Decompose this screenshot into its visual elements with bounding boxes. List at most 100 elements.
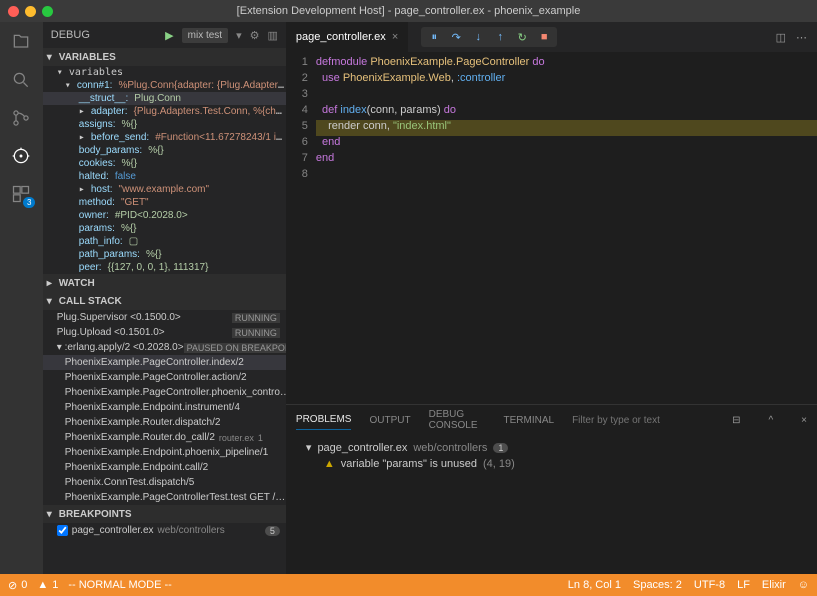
variable-row[interactable]: owner: #PID<0.2028.0> [43,209,286,222]
debug-sidebar: DEBUG ▶ mix test ▾ ⚙ ▥ ▾VARIABLES ▾ vari… [43,22,286,574]
start-debug-icon[interactable]: ▶ [165,29,173,42]
scm-icon[interactable] [9,106,33,130]
code-editor[interactable]: 12345678 defmodule PhoenixExample.PageCo… [286,52,817,404]
stack-frame[interactable]: Phoenix.ConnTest.dispatch/5 [43,475,286,490]
variables-scope[interactable]: ▾ variables [43,66,286,79]
tab-bar: page_controller.ex × ⏸ ↷ ↓ ↑ ↻ ■ ◫ ⋯ [286,22,817,52]
step-over-icon[interactable]: ↷ [449,30,463,44]
window-title: [Extension Development Host] - page_cont… [237,5,581,17]
tab-problems[interactable]: PROBLEMS [296,410,352,430]
breakpoint-row[interactable]: page_controller.ex web/controllers5 [43,523,286,538]
stack-frame[interactable]: PhoenixExample.PageController.phoenix_co… [43,385,286,400]
breakpoint-checkbox[interactable] [57,525,68,536]
stack-frame[interactable]: PhoenixExample.PageController.action/2 [43,370,286,385]
window-controls [8,6,53,17]
close-tab-icon[interactable]: × [392,31,398,43]
more-actions-icon[interactable]: ⋯ [796,31,807,44]
editor-tab[interactable]: page_controller.ex × [286,22,409,52]
variable-row[interactable]: ▸ adapter: {Plug.Adapters.Test.Conn, %{c… [43,105,286,118]
variable-row[interactable]: __struct__: Plug.Conn [43,92,286,105]
line-gutter: 12345678 [286,52,316,404]
split-editor-icon[interactable]: ◫ [776,31,786,44]
problem-file: page_controller.ex [317,442,407,454]
tab-terminal[interactable]: TERMINAL [504,411,555,430]
continue-icon[interactable]: ⏸ [427,30,441,44]
tab-label: page_controller.ex [296,31,386,43]
feedback-icon[interactable]: ☺ [798,579,809,591]
problem-location: (4, 19) [483,458,515,470]
debug-config-select[interactable]: mix test [182,28,228,43]
extensions-icon[interactable]: 3 [9,182,33,206]
status-encoding[interactable]: UTF-8 [694,579,725,591]
debug-label: DEBUG [51,29,90,41]
stack-frame[interactable]: PhoenixExample.Endpoint.call/2 [43,460,286,475]
status-warnings[interactable]: ▲ 1 [37,579,58,591]
section-watch[interactable]: ▸WATCH [43,274,286,292]
variable-row[interactable]: method: "GET" [43,196,286,209]
variable-row[interactable]: path_params: %{} [43,248,286,261]
debug-repl-icon[interactable]: ▥ [268,29,278,42]
status-mode: -- NORMAL MODE -- [68,579,171,591]
stack-frame[interactable]: PhoenixExample.Router.do_call/2 router.e… [43,430,286,445]
stack-frame[interactable]: PhoenixExample.PageController.index/2 [43,355,286,370]
stack-frame[interactable]: ▾ :erlang.apply/2 <0.2028.0>PAUSED ON BR… [43,340,286,355]
variable-row[interactable]: peer: {{127, 0, 0, 1}, 111317} [43,261,286,274]
variable-row[interactable]: cookies: %{} [43,157,286,170]
variable-row[interactable]: path_info: ▢ [43,235,286,248]
status-language[interactable]: Elixir [762,579,786,591]
variable-row[interactable]: halted: false [43,170,286,183]
problem-count: 1 [493,443,508,453]
stack-frame[interactable]: Plug.Supervisor <0.1500.0>RUNNING [43,310,286,325]
bottom-panel: PROBLEMS OUTPUT DEBUG CONSOLE TERMINAL ⊟… [286,404,817,574]
restart-icon[interactable]: ↻ [515,30,529,44]
debug-settings-icon[interactable]: ⚙ [250,29,260,42]
debug-toolbar: ⏸ ↷ ↓ ↑ ↻ ■ [421,27,557,47]
step-out-icon[interactable]: ↑ [493,30,507,44]
stack-frame[interactable]: PhoenixExample.PageControllerTest.test G… [43,490,286,505]
problem-item[interactable]: ▲ variable "params" is unused (4, 19) [296,456,807,472]
ext-badge: 3 [23,197,35,208]
section-breakpoints[interactable]: ▾BREAKPOINTS [43,505,286,523]
warning-icon: ▲ [324,458,335,470]
stack-frame[interactable]: PhoenixExample.Endpoint.phoenix_pipeline… [43,445,286,460]
minimize-window[interactable] [25,6,36,17]
chevron-down-icon: ▾ [306,441,312,454]
editor-area: page_controller.ex × ⏸ ↷ ↓ ↑ ↻ ■ ◫ ⋯ 123… [286,22,817,574]
stack-frame[interactable]: PhoenixExample.Router.dispatch/2 [43,415,286,430]
status-errors[interactable]: ⊘ 0 [8,579,27,592]
problems-filter-input[interactable] [572,415,704,426]
variable-row[interactable]: ▾ conn#1: %Plug.Conn{adapter: {Plug.Adap… [43,79,286,92]
status-position[interactable]: Ln 8, Col 1 [568,579,621,591]
stack-frame[interactable]: PhoenixExample.Endpoint.instrument/4 [43,400,286,415]
close-window[interactable] [8,6,19,17]
debug-config-dropdown-icon[interactable]: ▾ [236,29,242,42]
problem-message: variable "params" is unused [341,458,477,470]
problem-path: web/controllers [413,442,487,454]
maximize-window[interactable] [42,6,53,17]
status-eol[interactable]: LF [737,579,750,591]
editor-actions: ◫ ⋯ [766,31,817,44]
explorer-icon[interactable] [9,30,33,54]
variable-row[interactable]: body_params: %{} [43,144,286,157]
stack-frame[interactable]: Plug.Upload <0.1501.0>RUNNING [43,325,286,340]
status-spaces[interactable]: Spaces: 2 [633,579,682,591]
tab-output[interactable]: OUTPUT [369,411,410,430]
status-bar: ⊘ 0 ▲ 1 -- NORMAL MODE -- Ln 8, Col 1 Sp… [0,574,817,596]
search-icon[interactable] [9,68,33,92]
section-callstack[interactable]: ▾CALL STACK [43,292,286,310]
tab-debug-console[interactable]: DEBUG CONSOLE [429,405,486,435]
code-lines[interactable]: defmodule PhoenixExample.PageController … [316,52,817,404]
stop-icon[interactable]: ■ [537,30,551,44]
problem-file-row[interactable]: ▾ page_controller.ex web/controllers 1 [296,439,807,456]
maximize-panel-icon[interactable]: ^ [768,415,773,426]
close-panel-icon[interactable]: × [801,415,807,426]
step-into-icon[interactable]: ↓ [471,30,485,44]
variable-row[interactable]: ▸ before_send: #Function<11.67278243/1 i… [43,131,286,144]
section-variables[interactable]: ▾VARIABLES [43,48,286,66]
debug-icon[interactable] [9,144,33,168]
variable-row[interactable]: params: %{} [43,222,286,235]
variable-row[interactable]: assigns: %{} [43,118,286,131]
titlebar: [Extension Development Host] - page_cont… [0,0,817,22]
collapse-all-icon[interactable]: ⊟ [732,415,740,426]
variable-row[interactable]: ▸ host: "www.example.com" [43,183,286,196]
